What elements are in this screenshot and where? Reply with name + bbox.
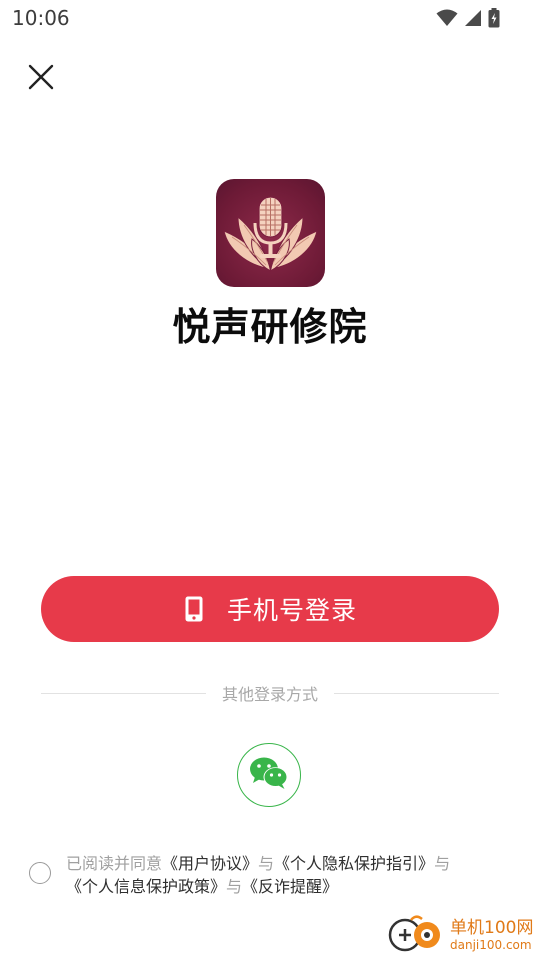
watermark-text: 单机100网 danji100.com — [450, 919, 533, 953]
battery-icon — [488, 8, 500, 28]
phone-login-label: 手机号登录 — [226, 596, 357, 625]
agreement-and-2: 与 — [434, 854, 451, 873]
wechat-icon — [249, 756, 289, 794]
agreement-text: 已阅读并同意《用户协议》与《个人隐私保护指引》与 《个人信息保护政策》与《反诈提醒… — [66, 852, 516, 898]
watermark-logo-icon — [386, 914, 444, 958]
agreement-checkbox[interactable] — [29, 862, 51, 884]
login-screen: 10:06 悦声研修院 手机号登录 其他登录方式 已阅读并同意《用户协议》与《个… — [0, 0, 540, 960]
mobile-phone-icon — [183, 595, 205, 623]
agreement-and-1: 与 — [258, 854, 275, 873]
divider-line-left — [41, 692, 206, 694]
close-icon — [28, 64, 54, 94]
signal-icon — [464, 9, 482, 27]
app-name: 悦声研修院 — [172, 304, 368, 349]
status-bar: 10:06 — [0, 0, 540, 36]
watermark: 单机100网 danji100.com — [386, 912, 536, 960]
status-icons — [436, 8, 500, 28]
phone-login-button[interactable]: 手机号登录 — [41, 576, 499, 642]
anti-fraud-link[interactable]: 《反诈提醒》 — [242, 877, 338, 896]
divider-line-right — [334, 692, 500, 694]
microphone-lotus-logo-icon — [223, 196, 318, 272]
agreement-prefix: 已阅读并同意 — [66, 854, 163, 873]
user-agreement-link[interactable]: 《用户协议》 — [162, 854, 258, 873]
other-methods-divider: 其他登录方式 — [41, 680, 500, 706]
app-logo — [216, 179, 325, 287]
watermark-cn: 单机100网 — [450, 918, 534, 938]
privacy-guide-link[interactable]: 《个人隐私保护指引》 — [274, 854, 434, 873]
close-button[interactable] — [22, 60, 60, 98]
wechat-login-button[interactable] — [237, 743, 301, 807]
wifi-icon — [436, 9, 458, 27]
status-time: 10:06 — [12, 6, 70, 30]
other-methods-label: 其他登录方式 — [222, 685, 319, 704]
agreement-and-3: 与 — [226, 877, 243, 896]
info-policy-link[interactable]: 《个人信息保护政策》 — [66, 877, 226, 896]
watermark-en: danji100.com — [450, 938, 532, 952]
